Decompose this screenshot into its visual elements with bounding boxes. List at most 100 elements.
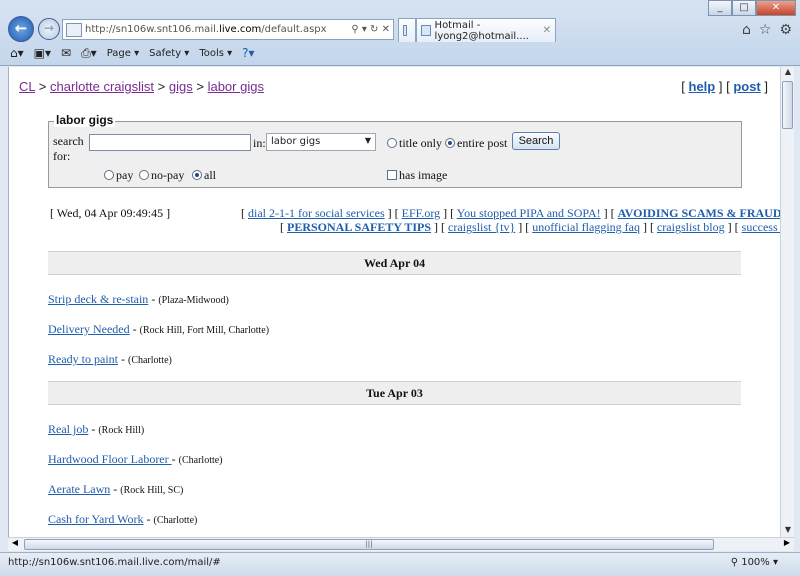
help-icon[interactable]: ?▾ — [242, 46, 254, 60]
zoom-icon: ⚲ — [730, 557, 739, 568]
page-menu-label: Page — [106, 47, 131, 59]
flagging-faq-link[interactable]: unofficial flagging faq — [532, 220, 640, 234]
pay-radio[interactable] — [104, 170, 114, 180]
tab-icon — [403, 25, 407, 36]
forward-button[interactable]: → — [38, 18, 60, 40]
current-date: [ Wed, 04 Apr 09:49:45 ] — [50, 206, 171, 220]
list-item: Real job - (Rock Hill) — [48, 422, 145, 436]
address-controls[interactable]: ⚲ ▾ ↻ ✕ — [348, 24, 393, 35]
title-only-option[interactable]: title only — [387, 136, 442, 151]
address-url[interactable]: http://sn106w.snt106.mail.live.com/defau… — [85, 24, 348, 35]
refresh-icon[interactable]: ↻ — [370, 24, 378, 35]
search-button[interactable]: Search — [512, 132, 560, 150]
posting-link[interactable]: Hardwood Floor Laborer — [48, 452, 172, 466]
hotmail-icon — [421, 25, 431, 36]
craigslist-tv-link[interactable]: craigslist {tv} — [448, 220, 515, 234]
scroll-down-icon[interactable]: ▼ — [781, 525, 795, 537]
page-icon — [66, 22, 82, 37]
info-links-row-2: [ PERSONAL SAFETY TIPS ] [ craigslist {t… — [280, 220, 780, 235]
toolbar-right: ⌂ ☆ ⚙ — [742, 22, 792, 38]
tab-hotmail[interactable]: Hotmail - lyong2@hotmail.... ✕ — [416, 18, 556, 42]
list-item: Strip deck & re-stain - (Plaza-Midwood) — [48, 292, 229, 306]
maximize-button[interactable]: □ — [732, 0, 756, 16]
search-label: search — [53, 134, 84, 148]
entire-post-radio[interactable] — [445, 138, 455, 148]
search-icon[interactable]: ⚲ — [351, 24, 358, 35]
minimize-button[interactable]: _ — [708, 0, 732, 16]
has-image-checkbox[interactable] — [387, 170, 397, 180]
entire-post-option[interactable]: entire post — [445, 136, 507, 151]
print-icon[interactable]: ⎙▾ — [81, 46, 97, 61]
success-stories-link[interactable]: success stories — [742, 220, 780, 234]
forward-arrow-icon: → — [43, 21, 55, 35]
address-bar[interactable]: http://sn106w.snt106.mail.live.com/defau… — [62, 19, 394, 40]
list-item: Cash for Yard Work - (Charlotte) — [48, 512, 198, 526]
posting-link[interactable]: Strip deck & re-stain — [48, 292, 148, 306]
safety-tips-link[interactable]: PERSONAL SAFETY TIPS — [287, 220, 431, 234]
close-tab-icon[interactable]: ✕ — [543, 25, 551, 36]
posting-link[interactable]: Cash for Yard Work — [48, 512, 143, 526]
all-option[interactable]: all — [192, 168, 216, 183]
title-only-radio[interactable] — [387, 138, 397, 148]
tab-page-icon[interactable] — [398, 18, 416, 42]
scroll-up-icon[interactable]: ▲ — [781, 67, 795, 79]
home-icon[interactable]: ⌂ — [742, 22, 751, 38]
add-favorite-icon[interactable]: ⌂▾ — [10, 46, 24, 60]
day-header: Wed Apr 04 — [48, 251, 741, 275]
close-window-button[interactable]: ✕ — [756, 0, 796, 16]
help-link[interactable]: help — [689, 79, 716, 94]
dial-211-link[interactable]: dial 2-1-1 for social services — [248, 206, 385, 220]
posting-location: (Rock Hill, Fort Mill, Charlotte) — [139, 325, 270, 336]
zoom-control[interactable]: ⚲ 100% ▾ — [731, 557, 778, 568]
vertical-scrollbar[interactable]: ▲ ▼ — [780, 67, 794, 537]
breadcrumb-sep: > — [38, 79, 47, 94]
pay-label: pay — [116, 168, 134, 182]
favorites-star-icon[interactable]: ☆ — [759, 22, 772, 38]
list-item: Delivery Needed - (Rock Hill, Fort Mill,… — [48, 322, 270, 336]
posting-link[interactable]: Real job — [48, 422, 88, 436]
category-select[interactable]: labor gigs ▼ — [266, 133, 376, 151]
gear-icon[interactable]: ⚙ — [779, 22, 792, 38]
all-label: all — [204, 168, 216, 182]
breadcrumb-cl[interactable]: CL — [19, 79, 35, 94]
breadcrumb-sep: > — [196, 79, 204, 94]
tools-menu[interactable]: Tools ▾ — [199, 48, 232, 59]
search-input[interactable] — [89, 134, 251, 151]
post-link[interactable]: post — [733, 79, 760, 94]
safety-menu-label: Safety — [149, 47, 182, 59]
pay-option[interactable]: pay — [104, 168, 133, 183]
search-legend: labor gigs — [54, 113, 116, 127]
search-form: labor gigs search for: in: labor gigs ▼ t… — [48, 113, 742, 188]
posting-link[interactable]: Ready to paint — [48, 352, 118, 366]
vertical-scroll-thumb[interactable] — [782, 81, 793, 129]
has-image-option[interactable]: has image — [387, 168, 447, 183]
mail-icon[interactable]: ✉ — [61, 46, 71, 60]
breadcrumb-city[interactable]: charlotte craigslist — [50, 79, 154, 94]
breadcrumb-gigs[interactable]: gigs — [169, 79, 193, 94]
scroll-right-icon[interactable]: ▶ — [780, 538, 794, 547]
posting-link[interactable]: Aerate Lawn — [48, 482, 110, 496]
scroll-left-icon[interactable]: ◀ — [8, 538, 22, 547]
avoiding-scams-link[interactable]: AVOIDING SCAMS & FRAUD — [618, 206, 780, 220]
no-pay-label: no-pay — [151, 168, 185, 182]
page-menu[interactable]: Page ▾ — [107, 48, 139, 59]
status-bar: http://sn106w.snt106.mail.live.com/mail/… — [0, 552, 800, 576]
no-pay-radio[interactable] — [139, 170, 149, 180]
safety-menu[interactable]: Safety ▾ — [149, 48, 189, 59]
posting-link[interactable]: Delivery Needed — [48, 322, 130, 336]
eff-link[interactable]: EFF.org — [402, 206, 441, 220]
breadcrumb-labor-gigs[interactable]: labor gigs — [208, 79, 264, 94]
all-radio[interactable] — [192, 170, 202, 180]
craigslist-blog-link[interactable]: craigslist blog — [657, 220, 725, 234]
horizontal-scroll-thumb[interactable]: ||| — [24, 539, 714, 550]
tab-title: Hotmail - lyong2@hotmail.... — [434, 19, 529, 42]
horizontal-scrollbar[interactable]: ◀ ||| ▶ — [8, 537, 794, 551]
window-controls: _ □ ✕ — [708, 0, 796, 16]
stop-icon[interactable]: ✕ — [382, 24, 390, 35]
rss-feed-icon[interactable]: ▣▾ — [34, 46, 51, 60]
back-button[interactable]: ← — [8, 16, 34, 42]
list-item: Aerate Lawn - (Rock Hill, SC) — [48, 482, 184, 496]
pipa-sopa-link[interactable]: You stopped PIPA and SOPA! — [457, 206, 601, 220]
no-pay-option[interactable]: no-pay — [139, 168, 184, 183]
dropdown-arrow-icon: ▼ — [364, 136, 371, 145]
